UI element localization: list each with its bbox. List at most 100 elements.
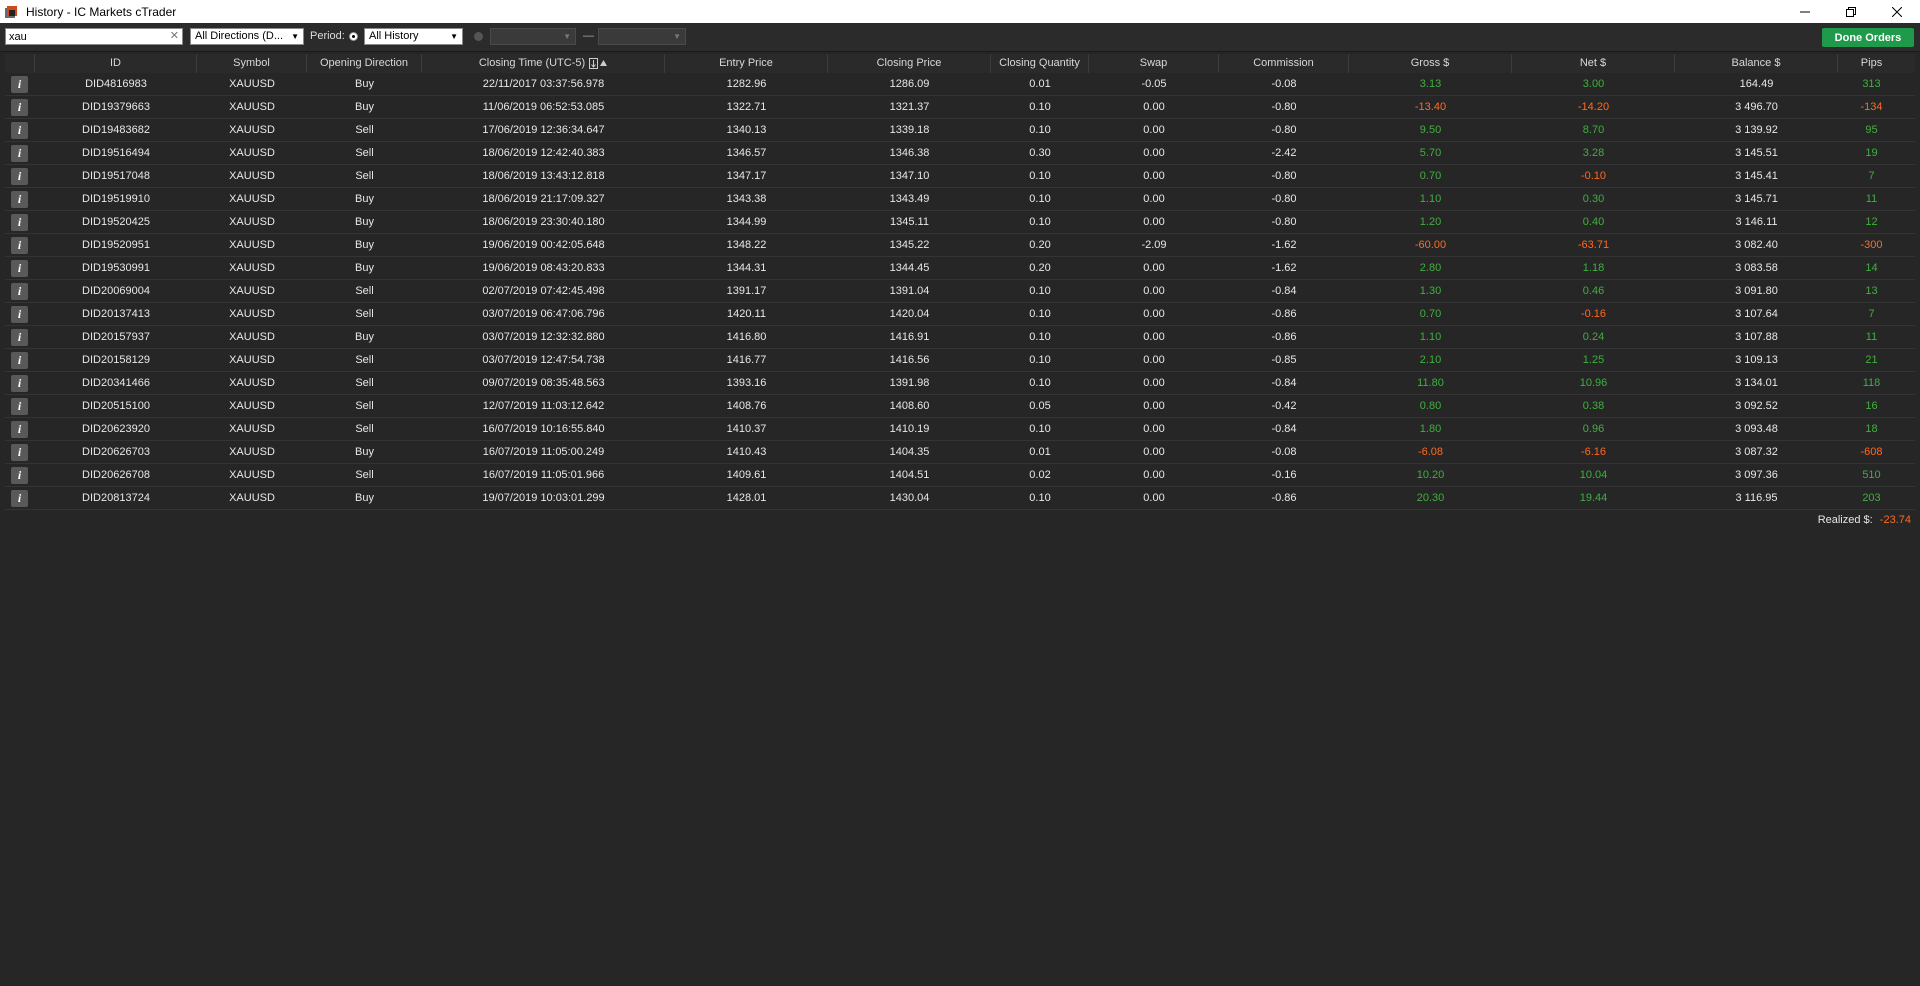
done-orders-button[interactable]: Done Orders [1822, 28, 1914, 47]
table-row[interactable]: i DID20069004 XAUUSD Sell 02/07/2019 07:42:4… [5, 280, 1915, 303]
cell-closing-price: 1347.10 [889, 170, 930, 182]
table-row[interactable]: i DID20341466 XAUUSD Sell 09/07/2019 08:35:4… [5, 372, 1915, 395]
info-icon[interactable]: i [11, 236, 28, 254]
info-icon[interactable]: i [11, 328, 28, 346]
info-cell: i [5, 75, 35, 93]
table-row[interactable]: i DID20515100 XAUUSD Sell 12/07/2019 11:03:1… [5, 395, 1915, 418]
cell-gross: -60.00 [1414, 239, 1447, 251]
cell-swap: 0.00 [1143, 262, 1165, 274]
table-row[interactable]: i DID19517048 XAUUSD Sell 18/06/2019 13:43:1… [5, 165, 1915, 188]
cell-swap: 0.00 [1143, 354, 1165, 366]
toolbar: ✕ All Directions (D... ▼ Period: All His… [0, 23, 1920, 52]
direction-filter-dropdown[interactable]: All Directions (D... ▼ [190, 28, 304, 45]
cell-id: DID19517048 [82, 170, 150, 182]
info-icon[interactable]: i [11, 144, 28, 162]
cell-commission: -0.80 [1271, 101, 1297, 113]
cell-net: 0.38 [1582, 400, 1605, 412]
restore-button[interactable] [1828, 0, 1874, 23]
table-row[interactable]: i DID20158129 XAUUSD Sell 03/07/2019 12:47:5… [5, 349, 1915, 372]
column-header-closing-price[interactable]: Closing Price [828, 54, 991, 73]
table-row[interactable]: i DID19520425 XAUUSD Buy 18/06/2019 23:30:40… [5, 211, 1915, 234]
cell-swap: 0.00 [1143, 492, 1165, 504]
info-icon[interactable]: i [11, 190, 28, 208]
cell-pips: 13 [1865, 285, 1878, 297]
search-input[interactable] [6, 29, 159, 44]
table-row[interactable]: i DID19379663 XAUUSD Buy 11/06/2019 06:52:53… [5, 96, 1915, 119]
column-header-net[interactable]: Net $ [1512, 54, 1675, 73]
column-header-gross[interactable]: Gross $ [1349, 54, 1512, 73]
cell-pips: -608 [1860, 446, 1883, 458]
info-icon[interactable]: i [11, 305, 28, 323]
cell-commission: -0.84 [1271, 423, 1297, 435]
info-icon[interactable]: i [11, 75, 28, 93]
cell-direction: Buy [355, 78, 374, 90]
table-row[interactable]: i DID19520951 XAUUSD Buy 19/06/2019 00:42:05… [5, 234, 1915, 257]
info-icon[interactable]: i [11, 121, 28, 139]
table-row[interactable]: i DID19483682 XAUUSD Sell 17/06/2019 12:36:3… [5, 119, 1915, 142]
info-icon[interactable]: i [11, 259, 28, 277]
info-icon[interactable]: i [11, 397, 28, 415]
cell-direction: Sell [355, 124, 374, 136]
cell-closing-quantity: 0.20 [1029, 239, 1051, 251]
column-header-label: ID [110, 57, 121, 69]
info-cell: i [5, 98, 35, 116]
end-date-picker[interactable]: ▼ [598, 28, 686, 45]
table-row[interactable]: i DID19516494 XAUUSD Sell 18/06/2019 12:42:4… [5, 142, 1915, 165]
cell-id: DID20515100 [82, 400, 150, 412]
cell-id: DID20341466 [82, 377, 150, 389]
sort-ascending-icon[interactable] [589, 57, 608, 69]
clear-search-icon[interactable]: ✕ [170, 29, 179, 44]
cell-symbol: XAUUSD [229, 239, 275, 251]
minimize-button[interactable] [1782, 0, 1828, 23]
column-header-label: Commission [1253, 57, 1314, 69]
table-row[interactable]: i DID20137413 XAUUSD Sell 03/07/2019 06:47:0… [5, 303, 1915, 326]
info-icon[interactable]: i [11, 167, 28, 185]
info-icon[interactable]: i [11, 420, 28, 438]
cell-id: DID19516494 [82, 147, 150, 159]
cell-net: 3.00 [1582, 78, 1605, 90]
cell-closing-time: 03/07/2019 12:32:32.880 [482, 331, 605, 343]
column-header-symbol[interactable]: Symbol [197, 54, 307, 73]
column-header-closing-quantity[interactable]: Closing Quantity [991, 54, 1089, 73]
info-icon[interactable]: i [11, 213, 28, 231]
cell-closing-price: 1391.98 [889, 377, 930, 389]
table-row[interactable]: i DID20626708 XAUUSD Sell 16/07/2019 11:05:0… [5, 464, 1915, 487]
info-icon[interactable]: i [11, 374, 28, 392]
table-row[interactable]: i DID19519910 XAUUSD Buy 18/06/2019 21:17:09… [5, 188, 1915, 211]
cell-balance: 3 134.01 [1735, 377, 1778, 389]
table-row[interactable]: i DID4816983 XAUUSD Buy 22/11/2017 03:37:56.… [5, 73, 1915, 96]
column-header-swap[interactable]: Swap [1089, 54, 1219, 73]
cell-swap: 0.00 [1143, 193, 1165, 205]
cell-direction: Sell [355, 285, 374, 297]
cell-direction: Buy [355, 101, 374, 113]
column-header-balance[interactable]: Balance $ [1675, 54, 1838, 73]
cell-pips: 19 [1865, 147, 1878, 159]
table-row[interactable]: i DID19530991 XAUUSD Buy 19/06/2019 08:43:20… [5, 257, 1915, 280]
start-date-picker[interactable]: ▼ [490, 28, 576, 45]
info-icon[interactable]: i [11, 282, 28, 300]
column-header-closing-time[interactable]: Closing Time (UTC-5) [422, 54, 665, 73]
cell-symbol: XAUUSD [229, 124, 275, 136]
column-header-pips[interactable]: Pips [1838, 54, 1905, 73]
period-preset-radio[interactable] [349, 32, 358, 41]
info-icon[interactable]: i [11, 98, 28, 116]
table-row[interactable]: i DID20813724 XAUUSD Buy 19/07/2019 10:03:01… [5, 487, 1915, 510]
cell-gross: 20.30 [1416, 492, 1445, 504]
table-row[interactable]: i DID20623920 XAUUSD Sell 16/07/2019 10:16:5… [5, 418, 1915, 441]
table-row[interactable]: i DID20157937 XAUUSD Buy 03/07/2019 12:32:32… [5, 326, 1915, 349]
info-icon[interactable]: i [11, 489, 28, 507]
search-box[interactable]: ✕ [5, 28, 183, 45]
close-button[interactable] [1874, 0, 1920, 23]
column-header-direction[interactable]: Opening Direction [307, 54, 422, 73]
period-dropdown[interactable]: All History ▼ [364, 28, 463, 45]
info-icon[interactable]: i [11, 443, 28, 461]
column-header-entry-price[interactable]: Entry Price [665, 54, 828, 73]
info-icon[interactable]: i [11, 351, 28, 369]
table-row[interactable]: i DID20626703 XAUUSD Buy 16/07/2019 11:05:00… [5, 441, 1915, 464]
column-header-id[interactable]: ID [35, 54, 197, 73]
custom-period-radio[interactable] [474, 32, 483, 41]
info-icon[interactable]: i [11, 466, 28, 484]
column-header-commission[interactable]: Commission [1219, 54, 1349, 73]
info-cell: i [5, 190, 35, 208]
window-title: History - IC Markets cTrader [26, 4, 177, 19]
